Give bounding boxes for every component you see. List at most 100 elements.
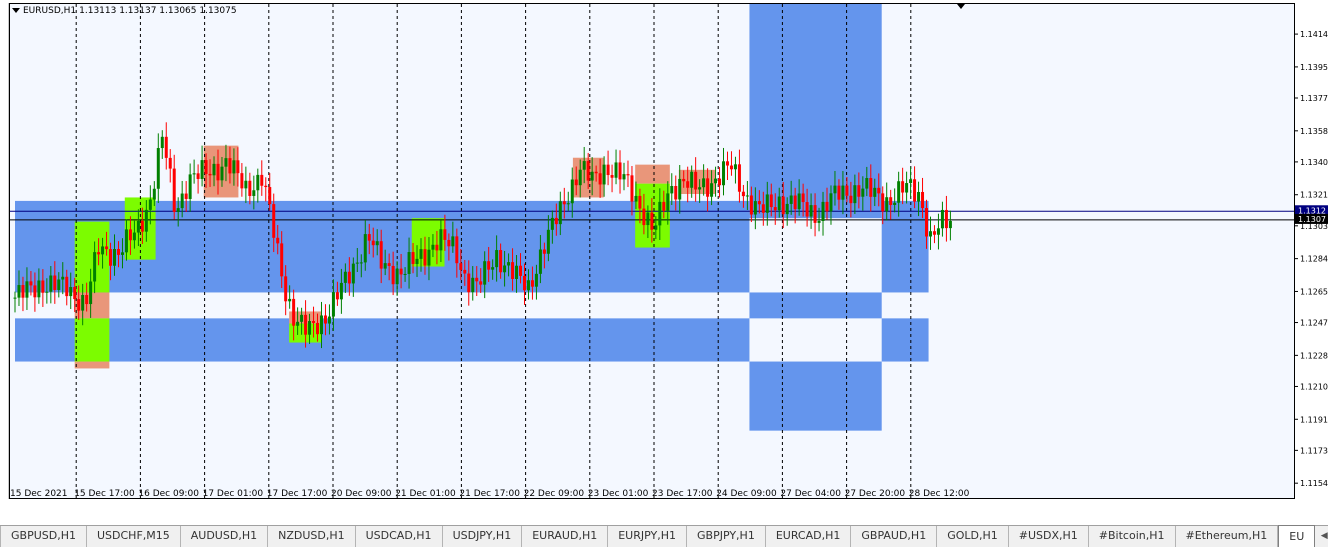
candle-body (606, 164, 610, 176)
candle-body (443, 229, 447, 240)
candle-body (244, 180, 248, 189)
price-line-label: 1.1307 (1298, 215, 1326, 224)
chart-tab[interactable]: USDCHF,M15 (87, 526, 181, 547)
candle-body (316, 322, 320, 335)
candle-body (69, 287, 73, 297)
time-axis-label: 15 Dec 2021 (10, 489, 68, 498)
chart-tab[interactable]: #Bitcoin,H1 (1089, 526, 1176, 547)
candle-body (650, 212, 654, 230)
chart-tab[interactable]: #Ethereum,H1 (1176, 526, 1279, 547)
time-axis-label: 27 Dec 20:00 (845, 489, 906, 498)
candle-body (550, 217, 554, 230)
candle-body (646, 212, 650, 226)
arrow-left-icon[interactable]: ◀ (1315, 526, 1328, 546)
price-scale[interactable]: 1.1414 1.1395 1.1377 1.1358 1.1340 1.1321 1.13… (1295, 3, 1328, 499)
price-tick-label: 1.1265 (1300, 287, 1328, 296)
chart-window[interactable]: 15 Dec 2021 15 Dec 17:00 16 Dec 09:00 17 De… (0, 0, 1328, 525)
candle-body (49, 275, 53, 292)
price-tick-label: 1.1228 (1300, 351, 1328, 360)
candle-body (889, 197, 893, 205)
candle-body (224, 158, 228, 167)
candle-body (300, 314, 304, 322)
candle-body (248, 180, 252, 196)
candle-body (503, 265, 507, 273)
candle-body (793, 195, 797, 210)
chart-tab[interactable]: GBPJPY,H1 (687, 526, 766, 547)
candle-body (733, 164, 737, 170)
chart-tab[interactable]: AUDUSD,H1 (181, 526, 269, 547)
candle-body (57, 279, 61, 290)
chart-tab[interactable]: EURCAD,H1 (766, 526, 852, 547)
chart-tab[interactable]: EURJPY,H1 (608, 526, 687, 547)
chart-tab[interactable]: #USDX,H1 (1009, 526, 1089, 547)
candle-body (582, 161, 586, 170)
candle-body (932, 231, 936, 235)
candle-body (220, 166, 224, 181)
candle-body (160, 136, 164, 149)
chart-plot-area[interactable]: 15 Dec 2021 15 Dec 17:00 16 Dec 09:00 17 De… (9, 3, 1295, 499)
candle-body (128, 229, 132, 241)
candle-body (280, 243, 284, 277)
candle-body (132, 232, 136, 241)
demand-box (74, 318, 110, 362)
shift-marker-icon[interactable] (957, 4, 965, 9)
chart-tab[interactable]: GBPUSD,H1 (1, 526, 87, 547)
candle-body (809, 205, 813, 217)
candle-body (698, 187, 702, 190)
candle-body (777, 196, 781, 211)
candle-body (507, 262, 511, 266)
chart-tab[interactable]: EU (1278, 525, 1316, 547)
candle-body (718, 178, 722, 186)
price-chart-svg[interactable]: 15 Dec 2021 15 Dec 17:00 16 Dec 09:00 17 De… (10, 4, 1294, 498)
candle-body (323, 315, 327, 324)
candle-body (642, 208, 646, 226)
price-tick-label: 1.1210 (1300, 382, 1328, 391)
candle-body (881, 193, 885, 212)
candle-body (148, 199, 152, 210)
candle-body (383, 263, 387, 269)
zone-rect (749, 4, 882, 219)
price-tick-label: 1.1247 (1300, 319, 1328, 328)
candle-body (678, 178, 682, 200)
candle-body (276, 237, 280, 244)
triangle-down-icon[interactable] (12, 8, 20, 14)
candle-body (574, 179, 578, 186)
candle-body (61, 276, 65, 280)
candle-body (284, 276, 288, 302)
candle-body (845, 185, 849, 196)
candle-body (172, 168, 176, 212)
candle-body (272, 204, 276, 238)
candle-body (483, 261, 487, 285)
candle-body (618, 162, 622, 180)
candle-body (538, 249, 542, 274)
candle-body (682, 178, 686, 182)
chart-tab[interactable]: GBPAUD,H1 (851, 526, 938, 547)
candle-body (773, 207, 777, 211)
candle-body (355, 262, 359, 264)
candle-body (714, 178, 718, 184)
candle-body (905, 183, 909, 193)
chart-tab[interactable]: NZDUSD,H1 (268, 526, 356, 547)
candle-body (542, 249, 546, 254)
chart-tab[interactable]: USDJPY,H1 (443, 526, 523, 547)
candle-body (526, 280, 530, 291)
candle-body (610, 175, 614, 178)
chart-tab[interactable]: GOLD,H1 (937, 526, 1009, 547)
candle-body (674, 185, 678, 200)
candle-body (626, 174, 630, 176)
candle-body (614, 162, 618, 178)
candle-body (228, 158, 232, 174)
candle-body (371, 240, 375, 246)
candle-body (29, 281, 33, 286)
candle-body (761, 204, 765, 213)
candle-body (335, 292, 339, 300)
tab-list: GBPUSD,H1 USDCHF,M15 AUDUSD,H1 NZDUSD,H1 USD… (1, 525, 1316, 547)
candle-body (630, 175, 634, 202)
time-axis-label: 28 Dec 12:00 (909, 489, 970, 498)
candle-body (240, 173, 244, 189)
candle-body (256, 174, 260, 191)
chart-tab[interactable]: EURAUD,H1 (522, 526, 609, 547)
candle-body (586, 161, 590, 181)
candle-body (140, 220, 144, 232)
chart-tab[interactable]: USDCAD,H1 (356, 526, 443, 547)
